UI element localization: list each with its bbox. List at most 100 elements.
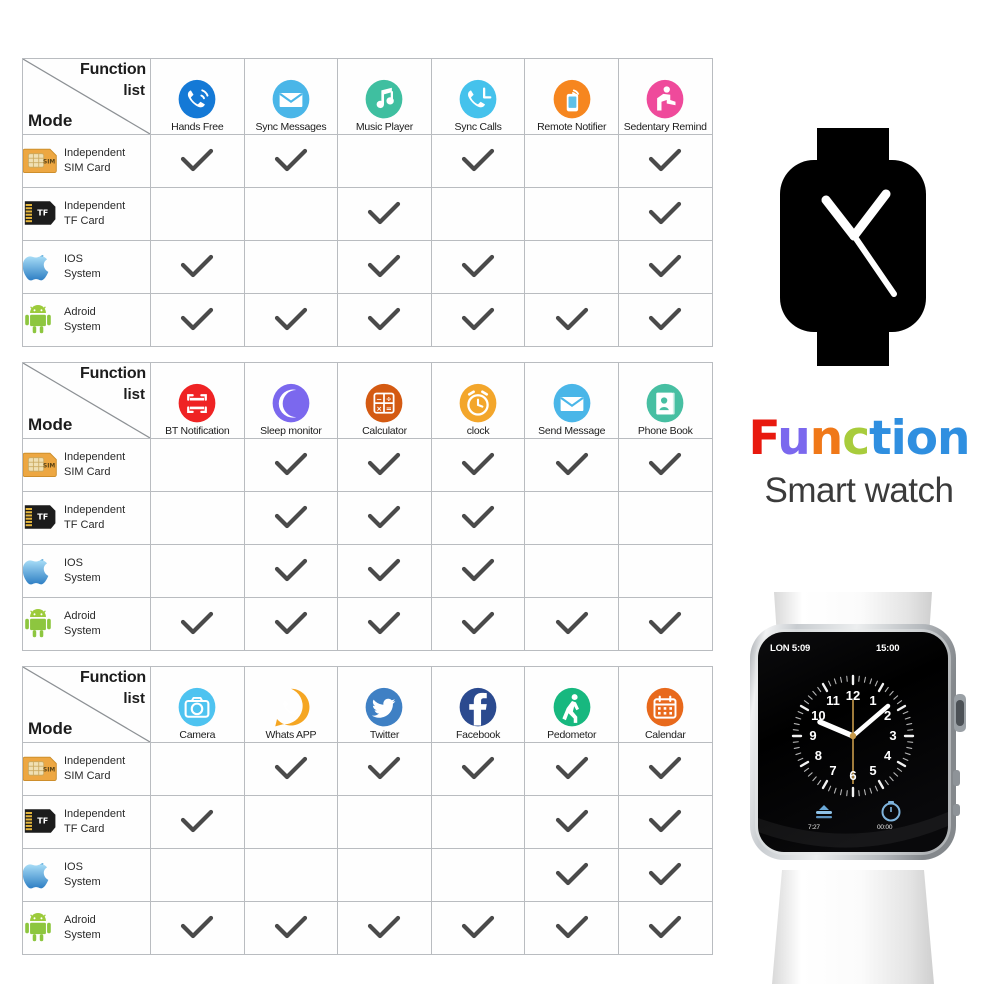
- function-label: clock: [466, 425, 490, 438]
- mode-cell-sim-card-icon: SIM Independent SIM Card: [22, 438, 151, 492]
- support-cell: [337, 901, 432, 955]
- function-header-moon-icon[interactable]: Sleep monitor: [243, 362, 339, 439]
- function-header-phone-book-icon[interactable]: Phone Book: [617, 362, 713, 439]
- icon-badge: [272, 80, 310, 119]
- table-row: TF Independent TF Card: [22, 187, 713, 241]
- support-cell: [617, 795, 713, 849]
- check-icon: [181, 809, 214, 833]
- function-header-twitter-icon[interactable]: Twitter: [337, 666, 432, 743]
- brand-title: Function: [718, 415, 1000, 462]
- brand-subtitle: Smart watch: [764, 471, 955, 510]
- function-header-pedometer-icon[interactable]: Pedometor: [524, 666, 619, 743]
- check-icon: [368, 611, 401, 635]
- icon-badge: [459, 384, 497, 423]
- function-header-calendar-icon[interactable]: Calendar: [617, 666, 713, 743]
- check-icon: [274, 756, 307, 780]
- support-cell: [617, 491, 713, 545]
- function-matrix-table-1: Function list Mode Hands Free Sync Messages M…: [22, 58, 713, 347]
- check-icon: [461, 915, 495, 939]
- function-label: Sedentary Remind: [623, 121, 707, 134]
- function-header-calculator-icon[interactable]: − ÷ × = Calculator: [337, 362, 432, 439]
- support-cell: [524, 187, 619, 241]
- mode-cell-tf-card-icon: TF Independent TF Card: [22, 187, 151, 241]
- icon-badge: [178, 80, 216, 119]
- check-icon: [274, 148, 307, 172]
- function-label: Twitter: [369, 729, 400, 742]
- watch-digital-time: 15:00: [876, 643, 900, 654]
- remote-phone-icon: [525, 79, 618, 121]
- function-header-camera-icon[interactable]: Camera: [150, 666, 245, 743]
- svg-text:SIM: SIM: [43, 464, 55, 470]
- corner-function-label: Function: [80, 365, 146, 382]
- table-header-row: Function list Mode BT Notification Sleep mon…: [22, 362, 713, 439]
- support-cell: [337, 240, 432, 294]
- mode-cell-apple-icon: IOS System: [22, 544, 151, 598]
- function-header-phone-sync-icon[interactable]: Sync Calls: [430, 58, 526, 135]
- table-row: SIM Independent SIM Card: [22, 742, 713, 796]
- function-header-envelope-icon[interactable]: Send Message: [524, 362, 619, 439]
- svg-text:TF: TF: [37, 512, 48, 522]
- icon-badge: [646, 80, 684, 119]
- function-matrix-table-3: Function list Mode Camera Whats APP Twitter Fa…: [22, 666, 713, 955]
- check-icon: [555, 756, 588, 780]
- function-header-phone-call-icon[interactable]: Hands Free: [150, 58, 245, 135]
- support-cell: [524, 240, 619, 294]
- support-cell: [150, 901, 245, 955]
- moon-icon: [245, 383, 338, 425]
- tf-card-icon: TF: [24, 505, 56, 529]
- calculator-icon: − ÷ × =: [338, 383, 431, 425]
- function-header-bt-scan-icon[interactable]: BT Notification: [150, 362, 245, 439]
- check-icon: [555, 611, 588, 635]
- icon-badge: [178, 384, 216, 423]
- apple-icon: [22, 860, 59, 890]
- support-cell: [337, 544, 432, 598]
- page-root: Function list Mode Hands Free Sync Messages M…: [0, 0, 1000, 1000]
- function-header-whatsapp-icon[interactable]: Whats APP: [243, 666, 339, 743]
- smartwatch-product-photo: LON 5:09 15:00 7:27 00:00 12 1 2 3 4 5 6 7 8 9 10 1…: [728, 588, 978, 988]
- support-cell: [243, 187, 339, 241]
- check-icon: [649, 148, 682, 172]
- check-icon: [649, 809, 682, 833]
- support-cell: [337, 187, 432, 241]
- check-icon: [649, 756, 682, 780]
- watch-silhouette-icon: [754, 128, 954, 366]
- support-cell: [430, 187, 526, 241]
- mode-cell-android-icon: Adroid System: [22, 901, 151, 955]
- function-label: Pedometor: [547, 729, 597, 742]
- mode-label: Adroid System: [64, 914, 101, 941]
- svg-text:−: −: [377, 396, 383, 404]
- function-header-alarm-clock-icon[interactable]: clock: [430, 362, 526, 439]
- apple-icon: [22, 252, 59, 282]
- function-label: BT Notification: [165, 425, 230, 438]
- support-cell: [617, 187, 713, 241]
- mode-cell-android-icon: Adroid System: [22, 293, 151, 347]
- support-cell: [430, 848, 526, 902]
- apple-icon: [22, 556, 59, 586]
- support-cell: [524, 742, 619, 796]
- table-row: IOS System: [22, 544, 713, 598]
- mode-label: Independent SIM Card: [64, 147, 126, 174]
- support-cell: [524, 901, 619, 955]
- check-icon: [368, 452, 401, 476]
- android-icon: [25, 305, 51, 334]
- function-header-facebook-icon[interactable]: Facebook: [430, 666, 526, 743]
- function-header-music-note-icon[interactable]: Music Player: [337, 58, 432, 135]
- function-label: Calculator: [362, 425, 407, 438]
- support-cell: [430, 491, 526, 545]
- sim-card-icon: SIM: [22, 754, 59, 784]
- icon-badge: [178, 688, 216, 727]
- support-cell: [524, 438, 619, 492]
- function-header-sedentary-icon[interactable]: Sedentary Remind: [617, 58, 713, 135]
- support-cell: [243, 240, 339, 294]
- svg-text:÷: ÷: [386, 396, 392, 404]
- icon-badge: [646, 688, 684, 727]
- corner-list-label: list: [123, 690, 145, 707]
- sim-card-icon: SIM: [22, 146, 59, 176]
- support-cell: [524, 848, 619, 902]
- icon-badge: [366, 80, 403, 119]
- android-icon: [25, 913, 51, 942]
- support-cell: [150, 597, 245, 651]
- camera-icon: [151, 687, 244, 729]
- function-header-envelope-icon[interactable]: Sync Messages: [243, 58, 339, 135]
- function-header-remote-phone-icon[interactable]: Remote Notifier: [524, 58, 619, 135]
